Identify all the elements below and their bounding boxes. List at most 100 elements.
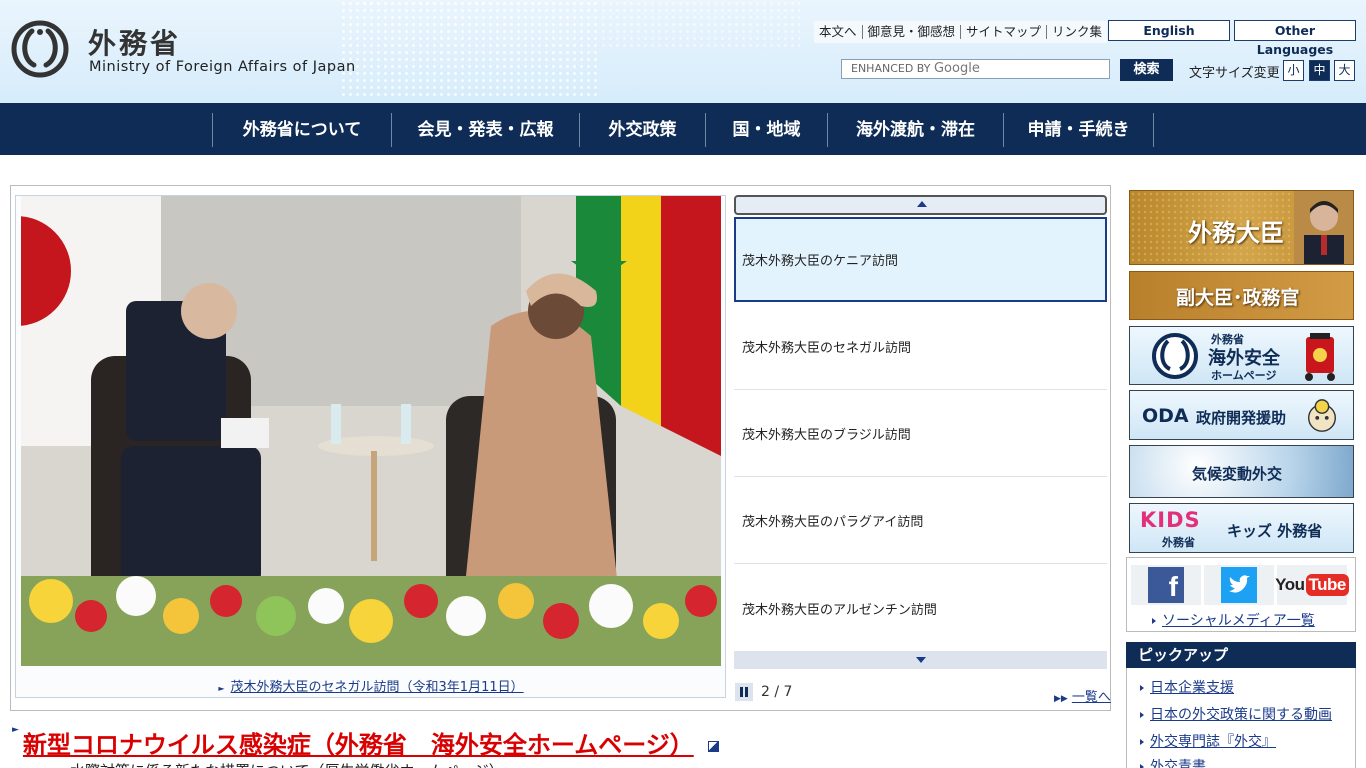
kids-logo-sub: 外務省 [1162, 536, 1195, 549]
facebook-icon: f [1148, 567, 1184, 603]
link-arrow-icon [1152, 618, 1156, 624]
social-media-list-link[interactable]: ソーシャルメディア一覧 [1152, 610, 1315, 630]
link-arrow-icon [1140, 685, 1144, 691]
nav-travel[interactable]: 海外渡航・滞在 [827, 113, 1003, 147]
slide-caption-link[interactable]: ► 茂木外務大臣のセネガル訪問（令和3年1月11日） [21, 676, 721, 695]
kids-banner[interactable]: KIDS 外務省 キッズ 外務省 [1129, 503, 1354, 553]
vice-minister-banner[interactable]: 副大臣･政務官 [1129, 271, 1354, 320]
nav-about[interactable]: 外務省について [212, 113, 391, 147]
pickup-item-label: 外交青書 [1150, 759, 1206, 768]
link-arrow-icon [1140, 764, 1144, 768]
slider-item-senegal[interactable]: 茂木外務大臣のセネガル訪問 [734, 304, 1107, 390]
util-link-links[interactable]: リンク集 [1047, 25, 1107, 39]
search-button[interactable]: 検索 [1120, 59, 1173, 81]
fontsize-medium-button[interactable]: 中 [1309, 60, 1330, 81]
slider-item-label: 茂木外務大臣のブラジル訪問 [742, 428, 911, 443]
nav-press[interactable]: 会見・発表・広報 [391, 113, 579, 147]
caption-bullet-icon: ► [218, 684, 225, 693]
mofa-logo-icon[interactable] [10, 19, 70, 79]
youtube-tube: Tube [1305, 574, 1349, 596]
pickup-item-label: 日本企業支援 [1150, 680, 1234, 696]
arrow-down-icon [916, 657, 926, 663]
climate-diplomacy-banner[interactable]: 気候変動外交 [1129, 445, 1354, 498]
util-link-sitemap[interactable]: サイトマップ [961, 25, 1048, 39]
pickup-item-label: 外交専門誌『外交』 [1150, 734, 1276, 750]
slide-caption-text: 茂木外務大臣のセネガル訪問（令和3年1月11日） [230, 680, 524, 695]
fontsize-large-button[interactable]: 大 [1334, 60, 1355, 81]
fontsize-small-button[interactable]: 小 [1283, 60, 1304, 81]
passport-mascot-icon [1305, 333, 1335, 381]
slider-item-label: 茂木外務大臣のパラグアイ訪問 [742, 515, 924, 530]
vice-minister-label: 副大臣･政務官 [1176, 287, 1300, 309]
slider-counter: 2 / 7 [761, 684, 793, 700]
oda-abbr: ODA [1142, 405, 1189, 427]
slider-item-argentina[interactable]: 茂木外務大臣のアルゼンチン訪問 [734, 565, 1107, 651]
view-all-link[interactable]: ▶▶ 一覧へ [1054, 686, 1111, 705]
slider-item-label: 茂木外務大臣のケニア訪問 [742, 254, 899, 269]
site-header: 外務省 Ministry of Foreign Affairs of Japan… [0, 0, 1366, 103]
overseas-safety-banner[interactable]: 外務省 海外安全 ホームページ [1129, 326, 1354, 385]
pickup-item-videos[interactable]: 日本の外交政策に関する動画 [1140, 704, 1332, 724]
slider-down-button[interactable] [734, 651, 1107, 669]
pause-icon[interactable] [735, 683, 753, 701]
mofa-emblem-icon [1152, 333, 1198, 379]
slide-photo[interactable] [21, 196, 721, 666]
pickup-item-label: 日本の外交政策に関する動画 [1150, 707, 1332, 723]
kids-label: キッズ 外務省 [1227, 522, 1323, 540]
corona-headline-text: 新型コロナウイルス感染症（外務省 海外安全ホームページ） [22, 731, 694, 759]
search-placeholder-prefix: ENHANCED BY [851, 62, 931, 75]
link-arrow-icon [1140, 739, 1144, 745]
youtube-icon: You Tube [1275, 574, 1349, 596]
world-map-decoration-2 [600, 0, 800, 50]
search-input[interactable]: ENHANCED BY Google [841, 59, 1110, 79]
slider-item-label: 茂木外務大臣のアルゼンチン訪問 [742, 602, 937, 618]
oda-banner[interactable]: ODA 政府開発援助 [1129, 390, 1354, 440]
fontsize-label: 文字サイズ変更 [1189, 66, 1280, 81]
double-arrow-icon: ▶▶ [1054, 694, 1068, 704]
util-link-main[interactable]: 本文へ [814, 25, 863, 39]
site-title-jp[interactable]: 外務省 [88, 22, 181, 62]
slider-item-label: 茂木外務大臣のセネガル訪問 [742, 341, 912, 356]
oda-mascot-icon [1307, 399, 1337, 432]
view-all-label: 一覧へ [1071, 690, 1111, 705]
kids-logo: KIDS [1140, 508, 1201, 532]
link-arrow-icon [1140, 712, 1144, 718]
climate-diplomacy-label: 気候変動外交 [1192, 465, 1283, 483]
arrow-up-icon [917, 201, 927, 207]
nav-procedures[interactable]: 申請・手続き [1003, 113, 1153, 147]
global-nav: 外務省について 会見・発表・広報 外交政策 国・地域 海外渡航・滞在 申請・手続… [0, 103, 1366, 155]
minister-banner-label: 外務大臣 [1188, 219, 1284, 247]
nav-policy[interactable]: 外交政策 [579, 113, 705, 147]
slider-item-paraguay[interactable]: 茂木外務大臣のパラグアイ訪問 [734, 478, 1107, 564]
nav-regions[interactable]: 国・地域 [705, 113, 827, 147]
corona-bullet-icon: ► [12, 725, 19, 735]
pickup-heading: ピックアップ [1126, 642, 1356, 668]
nav-divider [1153, 113, 1154, 147]
pickup-item-bluebook[interactable]: 外交青書 [1140, 756, 1206, 768]
youtube-link[interactable]: You Tube [1275, 565, 1349, 605]
search-placeholder-brand: Google [933, 61, 980, 76]
english-button[interactable]: English [1108, 20, 1230, 41]
utility-links: 本文へ 御意見・御感想 サイトマップ リンク集 [814, 21, 1108, 43]
social-media-list-label: ソーシャルメディア一覧 [1162, 613, 1315, 629]
pickup-item-gaiko-magazine[interactable]: 外交専門誌『外交』 [1140, 731, 1276, 751]
site-title-en[interactable]: Ministry of Foreign Affairs of Japan [89, 59, 356, 75]
world-map-decoration [340, 0, 600, 100]
slider-up-button[interactable] [734, 195, 1107, 215]
external-window-icon [708, 741, 720, 752]
twitter-icon [1221, 567, 1257, 603]
corona-headline-link[interactable]: ►新型コロナウイルス感染症（外務省 海外安全ホームページ） [12, 725, 720, 760]
other-languages-button[interactable]: Other Languages [1234, 20, 1356, 57]
oda-label: 政府開発援助 [1196, 409, 1287, 427]
slider-item-brazil[interactable]: 茂木外務大臣のブラジル訪問 [734, 391, 1107, 477]
twitter-link[interactable] [1204, 565, 1274, 605]
util-link-feedback[interactable]: 御意見・御感想 [863, 25, 962, 39]
minister-banner[interactable]: 外務大臣 [1129, 190, 1354, 265]
pickup-item-business[interactable]: 日本企業支援 [1140, 677, 1234, 697]
slider-item-kenya[interactable]: 茂木外務大臣のケニア訪問 [734, 217, 1107, 302]
corona-subtitle[interactable]: ・水際対策に係る新たな措置について（厚生労働省ホームページ） [55, 760, 504, 768]
anzen-line3: ホームページ [1211, 369, 1277, 382]
minister-portrait-icon [1294, 191, 1353, 264]
facebook-link[interactable]: f [1131, 565, 1201, 605]
youtube-you: You [1275, 575, 1305, 594]
